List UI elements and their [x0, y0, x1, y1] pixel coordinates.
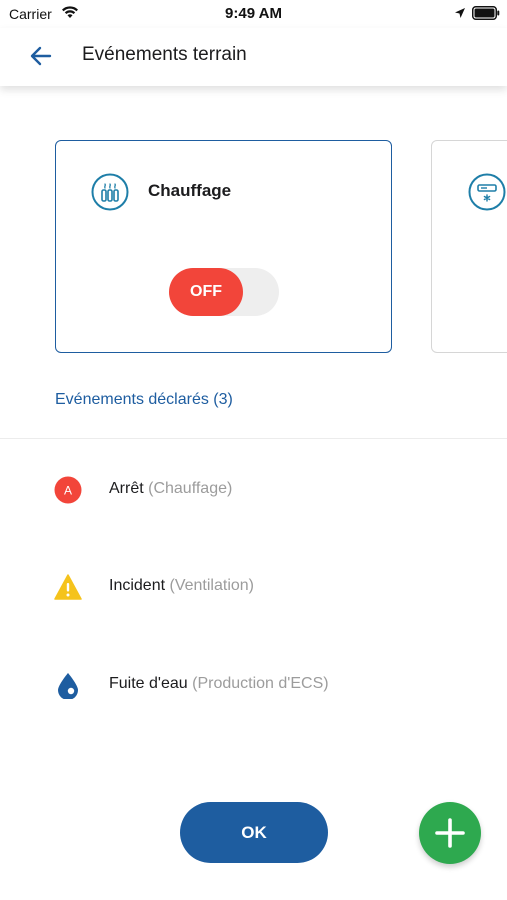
- ventilation-unit-icon: [468, 173, 506, 211]
- event-category: (Ventilation): [169, 577, 255, 594]
- equipment-cards-carousel[interactable]: Chauffage OFF: [0, 140, 507, 354]
- event-item-arret[interactable]: A Arrêt (Chauffage): [0, 468, 507, 512]
- page-title: Evénements terrain: [82, 44, 247, 65]
- status-time: 9:49 AM: [225, 5, 282, 22]
- location-arrow-icon: [455, 8, 465, 18]
- toggle-state-label: OFF: [169, 268, 243, 316]
- divider: [0, 438, 507, 439]
- card-chauffage[interactable]: Chauffage OFF: [55, 140, 392, 353]
- plus-icon: [435, 818, 465, 848]
- card-title: Chauffage: [148, 181, 232, 200]
- warning-triangle-icon: [54, 574, 82, 600]
- card-ventilation[interactable]: [431, 140, 507, 353]
- radiator-icon: [91, 173, 129, 211]
- status-bar: Carrier 9:49 AM: [0, 0, 507, 28]
- navigation-bar: Evénements terrain: [0, 28, 507, 86]
- event-label: Incident: [109, 577, 166, 594]
- battery-icon: [472, 6, 500, 20]
- water-drop-icon: [58, 673, 78, 699]
- event-label: Arrêt: [109, 480, 144, 497]
- event-category: (Chauffage): [148, 480, 233, 497]
- ok-button[interactable]: OK: [180, 802, 328, 863]
- event-item-incident[interactable]: Incident (Ventilation): [0, 565, 507, 609]
- event-category: (Production d'ECS): [192, 675, 329, 692]
- add-event-button[interactable]: [419, 802, 481, 864]
- svg-text:A: A: [64, 484, 72, 498]
- event-item-fuite-eau[interactable]: Fuite d'eau (Production d'ECS): [0, 663, 507, 707]
- event-label: Fuite d'eau: [109, 675, 188, 692]
- heating-toggle[interactable]: OFF: [169, 268, 279, 316]
- back-arrow-icon[interactable]: [28, 43, 54, 69]
- stop-badge-icon: A: [54, 476, 82, 504]
- events-section-header[interactable]: Evénements déclarés (3): [55, 391, 233, 409]
